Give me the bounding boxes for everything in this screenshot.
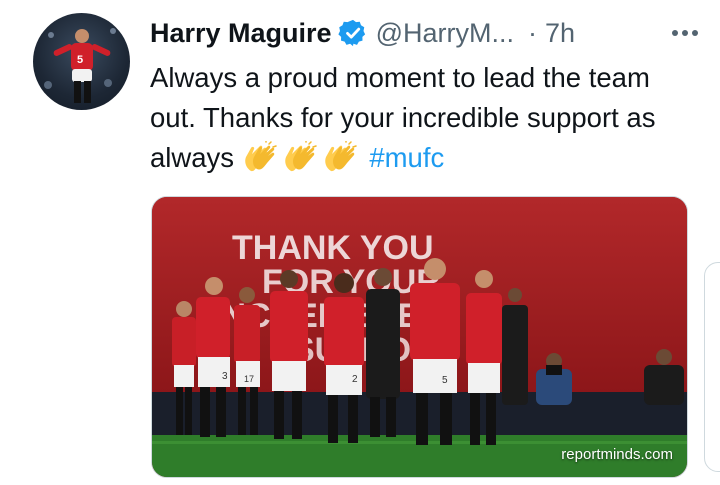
display-name[interactable]: Harry Maguire [150,18,332,49]
more-dot [692,30,698,36]
tweet-text: Always a proud moment to lead the team o… [150,58,670,178]
hashtag-link[interactable]: #mufc [369,142,444,173]
media-photo: THANK YOU FOR YOUR INCREDIBLE SUPPORT 3 [152,197,687,477]
verified-badge-icon [337,18,368,48]
adjacent-card-edge [704,262,720,472]
tweet-media-image[interactable]: THANK YOU FOR YOUR INCREDIBLE SUPPORT 3 [151,196,688,478]
more-dot [682,30,688,36]
clapping-hands-icon [282,140,318,173]
player-2-number: 3 [222,371,228,382]
meta-separator: · [527,17,537,48]
tweet[interactable]: 5 Harry Maguire @HarryM... · 7h Always a… [0,0,720,485]
avatar-photo: 5 [44,28,116,103]
tweet-header: Harry Maguire @HarryM... · 7h [150,14,705,52]
avatar[interactable]: 5 [33,13,130,110]
avatar-jersey-number: 5 [77,54,83,66]
more-dot [672,30,678,36]
handle[interactable]: @HarryM... [376,18,514,49]
player-5-number: 2 [352,374,358,385]
clapping-hands-icon [322,140,358,173]
image-watermark: reportminds.com [561,446,673,463]
staff-member-2 [502,288,528,405]
player-3-number: 17 [244,374,254,384]
banner-line-1: THANK YOU [232,229,434,267]
timestamp[interactable]: 7h [545,18,575,49]
more-options-icon[interactable] [665,18,705,48]
clapping-hands-icon [242,140,278,173]
captain-number: 5 [442,375,448,386]
